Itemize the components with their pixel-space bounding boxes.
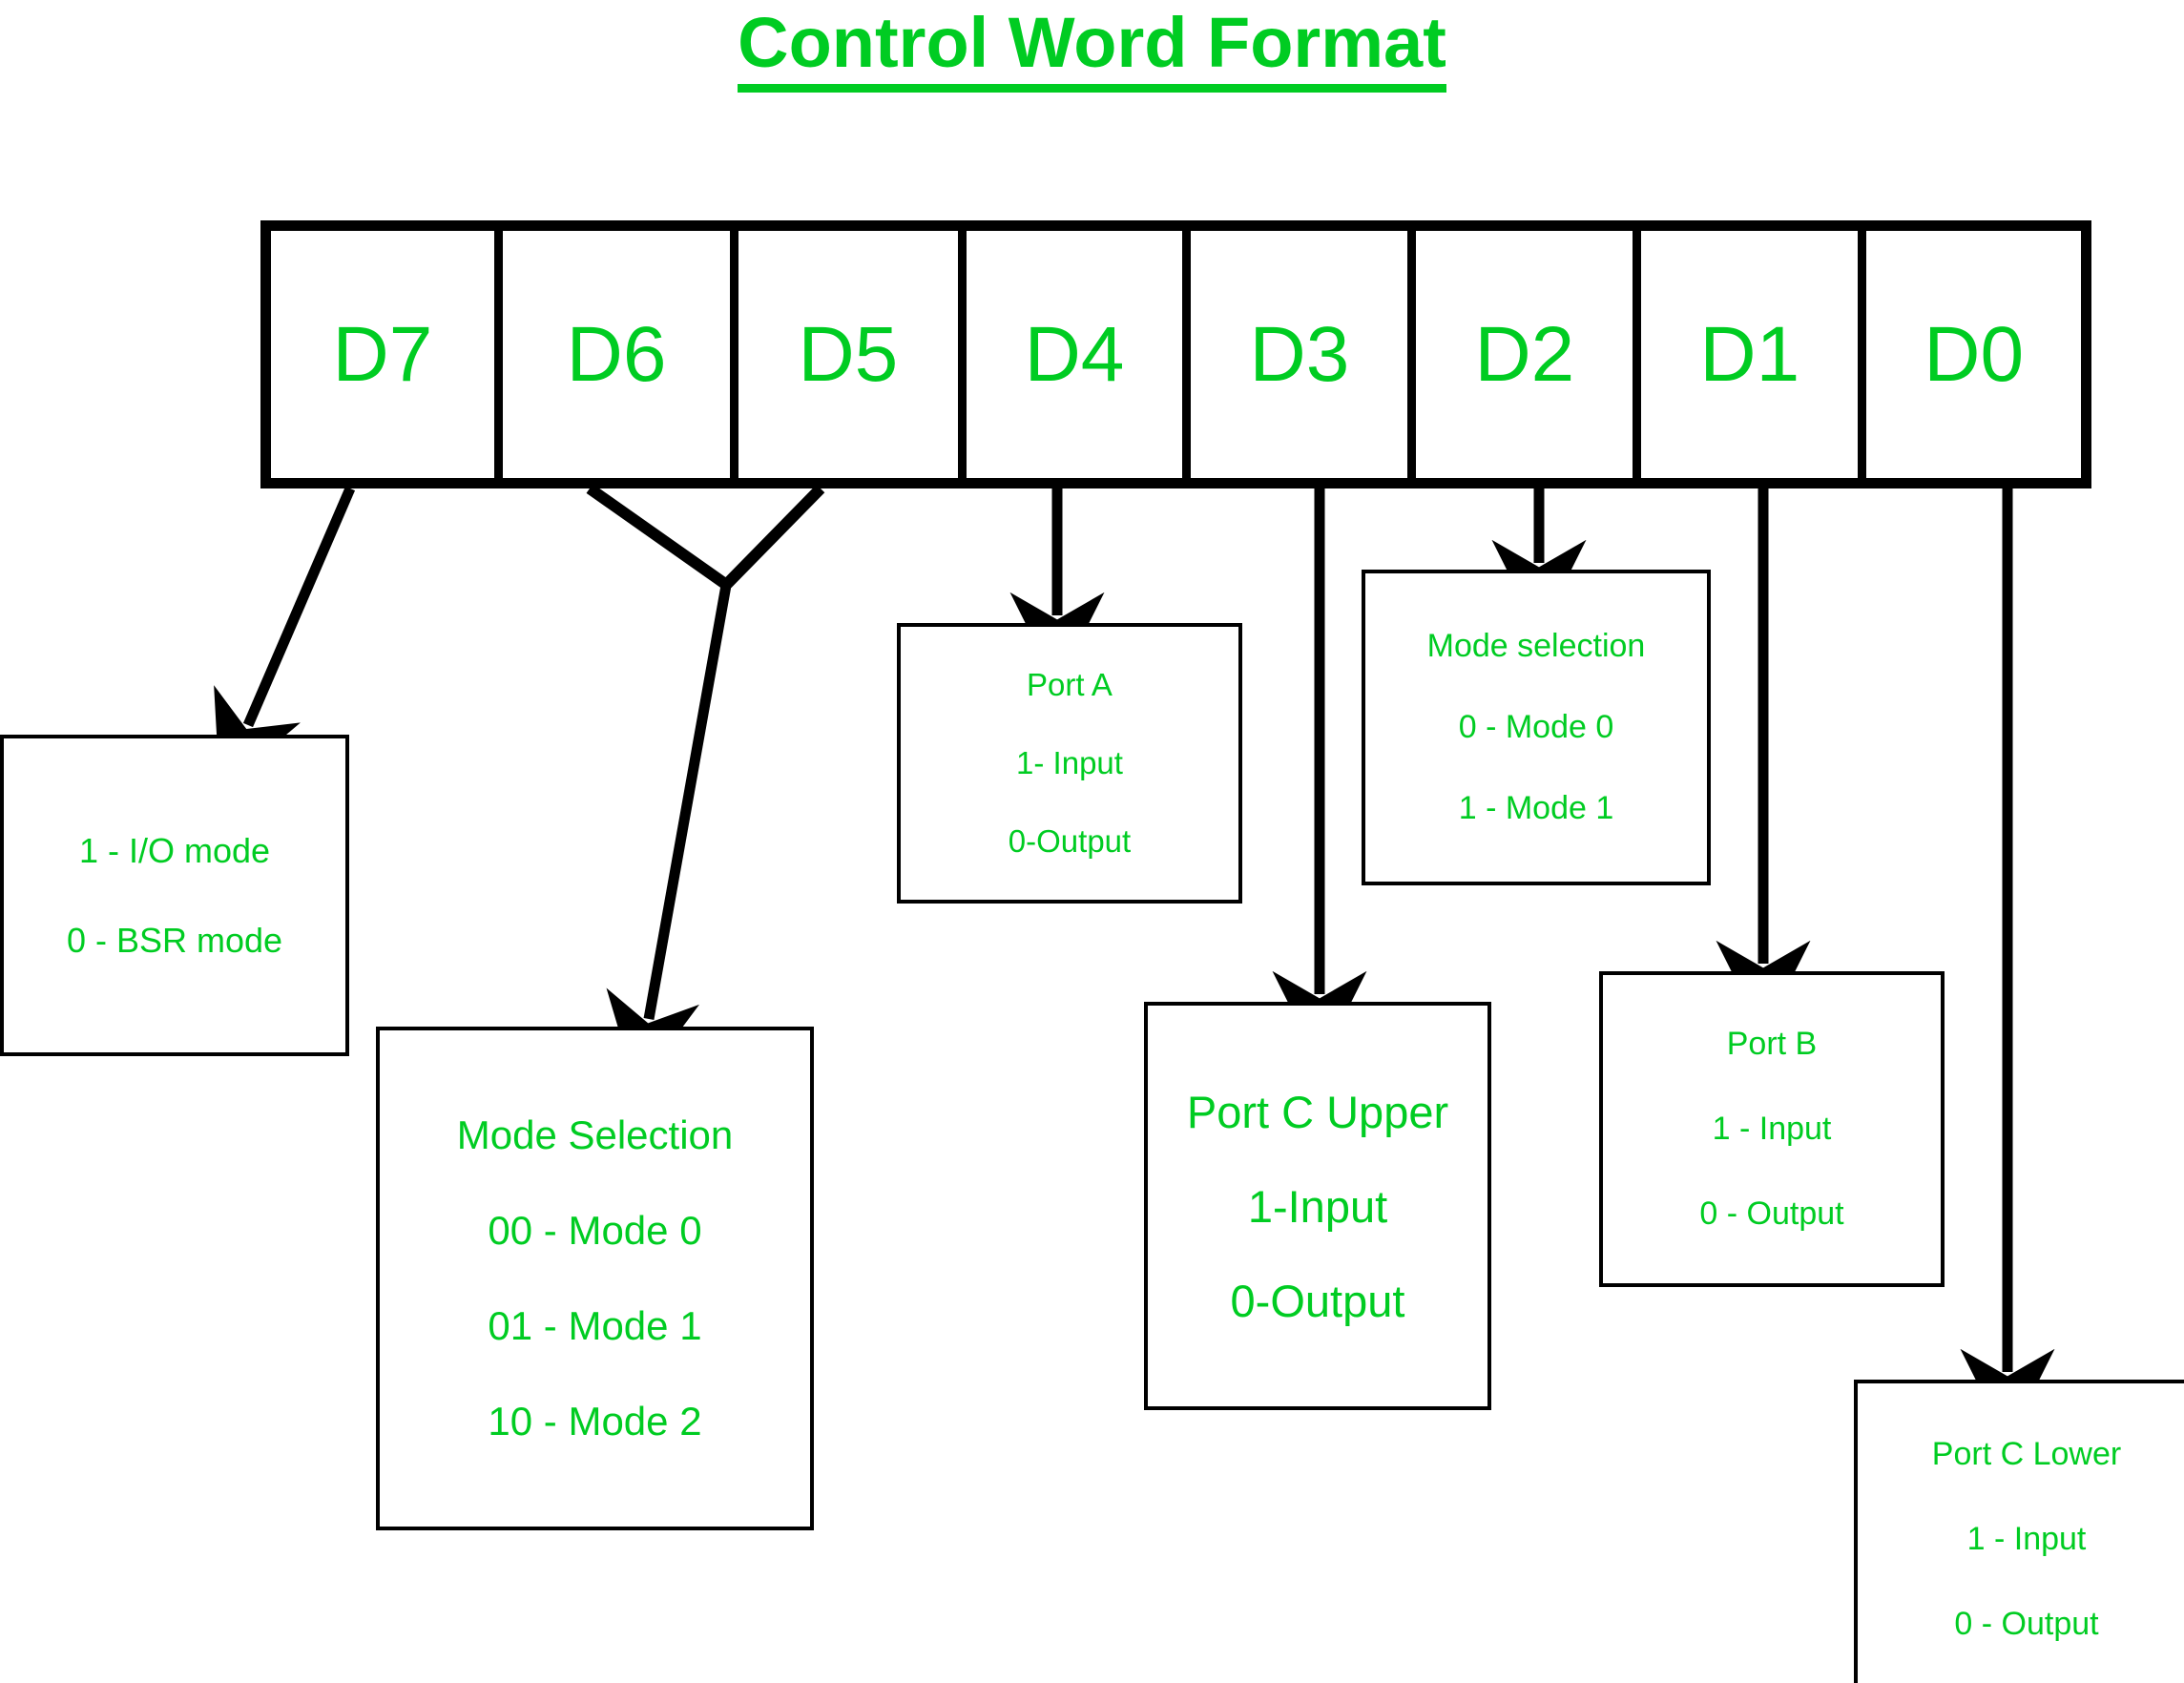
bit-cell-d0[interactable]: D0 [1866,231,2081,478]
desc-title: Port C Upper [1186,1086,1449,1137]
desc-box-d3-port-c-upper: Port C Upper 1-Input 0-Output [1144,1002,1491,1410]
desc-box-d6-d5-mode-selection: Mode Selection 00 - Mode 0 01 - Mode 1 1… [376,1027,814,1530]
connector-d6-d5 [586,484,825,1090]
desc-line: 0 - Mode 0 [1458,709,1614,745]
desc-line: 1 - I/O mode [78,830,271,870]
bit-label: D2 [1474,310,1575,398]
desc-line: 1- Input [1016,745,1123,780]
desc-line: 1 - Input [1712,1111,1832,1147]
bit-label: D5 [798,310,899,398]
desc-line: 00 - Mode 0 [488,1208,702,1253]
bit-label: D4 [1024,310,1125,398]
control-word-format-diagram: Control Word Format D7 D6 D5 D4 D3 D2 D1… [0,0,2184,1683]
bit-cell-d7[interactable]: D7 [271,231,503,478]
desc-box-d0-port-c-lower: Port C Lower 1 - Input 0 - Output [1854,1380,2184,1683]
bit-label: D6 [566,310,667,398]
desc-title: Port A [1027,667,1113,702]
desc-line: 0-Output [1230,1275,1405,1326]
desc-box-d1-port-b: Port B 1 - Input 0 - Output [1599,971,1945,1287]
bit-label: D3 [1249,310,1350,398]
desc-line: 10 - Mode 2 [488,1399,702,1444]
desc-line: 0 - Output [1699,1195,1844,1232]
desc-box-d7-mode: 1 - I/O mode 0 - BSR mode [0,735,349,1056]
bit-cell-d2[interactable]: D2 [1416,231,1642,478]
bit-cell-d3[interactable]: D3 [1191,231,1417,478]
desc-line: 0-Output [1008,823,1132,859]
bit-cell-d5[interactable]: D5 [738,231,967,478]
desc-title: Mode selection [1426,628,1646,664]
desc-line: 01 - Mode 1 [488,1303,702,1348]
desc-line: 0 - BSR mode [66,920,283,960]
bit-label: D0 [1924,310,2025,398]
connector-d7 [214,486,356,791]
desc-title: Port C Lower [1931,1436,2122,1472]
page-title-text: Control Word Format [738,6,1446,93]
desc-line: 1-Input [1247,1180,1388,1232]
bit-cell-d6[interactable]: D6 [502,231,739,478]
desc-title: Port B [1726,1026,1818,1062]
desc-title: Mode Selection [456,1112,734,1157]
desc-line: 1 - Mode 1 [1458,790,1614,826]
desc-line: 0 - Output [1954,1606,2099,1642]
bit-label: D1 [1699,310,1800,398]
bit-label: D7 [332,310,433,398]
page-title: Control Word Format [0,2,2184,93]
desc-box-d4-port-a: Port A 1- Input 0-Output [897,623,1242,904]
control-word-register: D7 D6 D5 D4 D3 D2 D1 D0 [260,220,2091,488]
bit-cell-d4[interactable]: D4 [966,231,1192,478]
desc-box-d2-mode-selection: Mode selection 0 - Mode 0 1 - Mode 1 [1362,570,1711,885]
desc-line: 1 - Input [1966,1521,2087,1557]
bit-cell-d1[interactable]: D1 [1641,231,1867,478]
